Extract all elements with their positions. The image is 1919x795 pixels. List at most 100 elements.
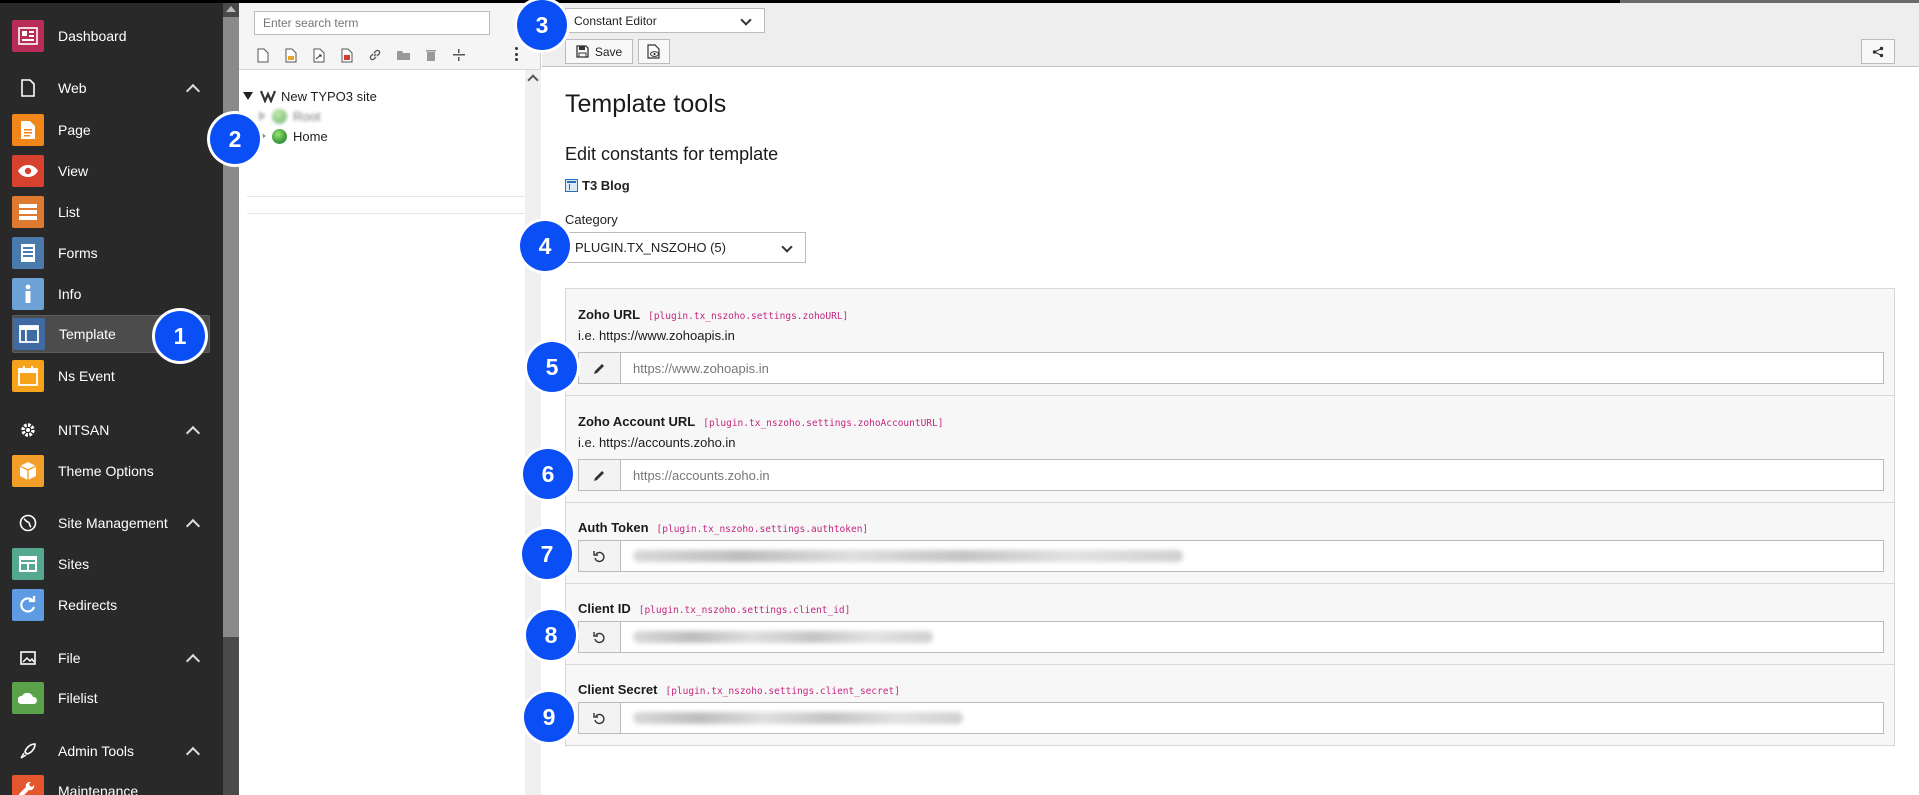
menu-item-sites[interactable]: Sites xyxy=(12,545,210,583)
menu-group-admin-tools[interactable]: Admin Tools xyxy=(12,735,201,767)
menu-item-forms[interactable]: Forms xyxy=(12,234,210,272)
constant-row-client-secret: Client Secret [plugin.tx_nszoho.settings… xyxy=(566,665,1894,747)
tree-node-site[interactable]: New TYPO3 site xyxy=(243,87,377,105)
menu-label-maintenance: Maintenance xyxy=(58,783,139,795)
share-icon xyxy=(1872,46,1884,57)
tree-row-highlight xyxy=(247,196,525,214)
pencil-icon xyxy=(594,363,604,374)
page-backend-icon[interactable] xyxy=(282,46,300,64)
new-page-icon[interactable] xyxy=(254,46,272,64)
constant-value-input[interactable]: https://www.zohoapis.in xyxy=(621,353,1883,383)
reset-constant-button[interactable] xyxy=(579,622,621,652)
link-icon[interactable] xyxy=(366,46,384,64)
globe-icon xyxy=(272,128,287,144)
edit-constant-button[interactable] xyxy=(579,353,621,383)
constant-input-group xyxy=(578,621,1884,653)
constant-title: Zoho Account URL [plugin.tx_nszoho.setti… xyxy=(578,414,943,429)
template-record[interactable]: T3 Blog xyxy=(565,178,630,193)
scroll-up-arrow-icon[interactable] xyxy=(527,74,539,86)
menu-item-dashboard[interactable]: Dashboard xyxy=(12,17,210,55)
menu-label-info: Info xyxy=(58,286,82,302)
step-marker-2: 2 xyxy=(210,114,260,164)
tree-node-root-label: Root xyxy=(293,108,321,124)
template-icon xyxy=(565,179,578,192)
constant-key: [plugin.tx_nszoho.settings.authtoken] xyxy=(656,524,869,535)
menu-group-site-management[interactable]: Site Management xyxy=(12,507,201,539)
menu-item-redirects[interactable]: Redirects xyxy=(12,586,210,624)
menu-item-ns-event[interactable]: Ns Event xyxy=(12,357,210,395)
step-marker-5: 5 xyxy=(527,342,577,392)
constant-description: i.e. https://accounts.zoho.in xyxy=(578,435,736,450)
reset-constant-button[interactable] xyxy=(579,703,621,733)
menu-group-web[interactable]: Web xyxy=(12,73,201,103)
menu-item-theme-options[interactable]: Theme Options xyxy=(12,452,210,490)
page-tree-scrollbar[interactable] xyxy=(525,70,541,795)
category-label: Category xyxy=(565,212,618,227)
constant-title: Zoho URL [plugin.tx_nszoho.settings.zoho… xyxy=(578,307,848,322)
step-marker-7: 7 xyxy=(522,529,572,579)
category-select[interactable]: PLUGIN.TX_NSZOHO (5) xyxy=(565,232,806,263)
menu-item-info[interactable]: Info xyxy=(12,275,210,313)
save-button[interactable]: Save xyxy=(565,39,633,64)
scroll-up-arrow-icon[interactable] xyxy=(226,6,236,12)
eye-icon xyxy=(12,155,44,187)
image-icon xyxy=(12,642,44,674)
menu-group-label-nitsan: NITSAN xyxy=(58,422,110,438)
page-tree-panel: New TYPO3 site Root Home xyxy=(239,3,541,795)
constant-label: Zoho Account URL xyxy=(578,414,696,429)
chevron-up-icon xyxy=(185,83,201,99)
page-link-icon[interactable] xyxy=(338,46,356,64)
chevron-up-icon xyxy=(185,425,201,441)
menu-group-file[interactable]: File xyxy=(12,642,201,674)
menu-item-maintenance[interactable]: Maintenance xyxy=(12,772,210,795)
constant-value-input[interactable]: https://accounts.zoho.in xyxy=(621,460,1883,490)
step-marker-9: 9 xyxy=(524,692,574,742)
constant-input-group xyxy=(578,702,1884,734)
edit-constant-button[interactable] xyxy=(579,460,621,490)
chevron-up-icon xyxy=(185,746,201,762)
menu-item-page[interactable]: Page xyxy=(12,111,210,149)
menu-item-filelist[interactable]: Filelist xyxy=(12,679,210,717)
module-menu: Dashboard Web Page View List Forms Info … xyxy=(0,3,223,795)
menu-label-theme-options: Theme Options xyxy=(58,463,154,479)
share-button[interactable] xyxy=(1861,39,1895,64)
constant-title: Auth Token [plugin.tx_nszoho.settings.au… xyxy=(578,520,868,535)
page-shortcut-icon[interactable] xyxy=(310,46,328,64)
more-options-icon[interactable] xyxy=(513,47,519,61)
constant-label: Auth Token xyxy=(578,520,649,535)
sites-icon xyxy=(12,548,44,580)
scrollbar-thumb[interactable] xyxy=(223,17,239,637)
tree-node-root[interactable]: Root xyxy=(259,107,320,125)
tree-node-home[interactable]: Home xyxy=(259,127,328,145)
step-marker-8: 8 xyxy=(526,610,576,660)
expand-arrow-icon[interactable] xyxy=(259,131,266,141)
rocket-icon xyxy=(12,735,44,767)
menu-group-label-site-management: Site Management xyxy=(58,515,168,531)
menu-group-nitsan[interactable]: NITSAN xyxy=(12,414,201,446)
folder-icon[interactable] xyxy=(394,46,412,64)
category-select-value: PLUGIN.TX_NSZOHO (5) xyxy=(575,240,726,255)
constant-key: [plugin.tx_nszoho.settings.zohoAccountUR… xyxy=(703,418,944,429)
function-select[interactable]: Constant Editor xyxy=(565,8,765,33)
reset-constant-button[interactable] xyxy=(579,541,621,571)
collapse-arrow-icon[interactable] xyxy=(243,92,253,100)
page-title: Template tools xyxy=(565,90,727,118)
divider-icon[interactable] xyxy=(450,46,468,64)
menu-item-list[interactable]: List xyxy=(12,193,210,231)
view-page-button[interactable] xyxy=(638,39,670,64)
undo-icon xyxy=(593,631,605,643)
constant-value-input[interactable] xyxy=(621,703,1883,733)
step-marker-1: 1 xyxy=(155,311,205,361)
chevron-down-icon xyxy=(781,241,793,253)
expand-arrow-icon[interactable] xyxy=(259,111,266,121)
page-tree-search-input[interactable] xyxy=(254,11,490,35)
menu-item-view[interactable]: View xyxy=(12,152,210,190)
globe-icon xyxy=(12,507,44,539)
constant-key: [plugin.tx_nszoho.settings.client_id] xyxy=(638,605,851,616)
constant-value-input[interactable] xyxy=(621,541,1883,571)
constant-row-client-id: Client ID [plugin.tx_nszoho.settings.cli… xyxy=(566,584,1894,665)
menu-group-label-file: File xyxy=(58,650,81,666)
trash-icon[interactable] xyxy=(422,46,440,64)
gear-icon xyxy=(12,414,44,446)
constant-value-input[interactable] xyxy=(621,622,1883,652)
